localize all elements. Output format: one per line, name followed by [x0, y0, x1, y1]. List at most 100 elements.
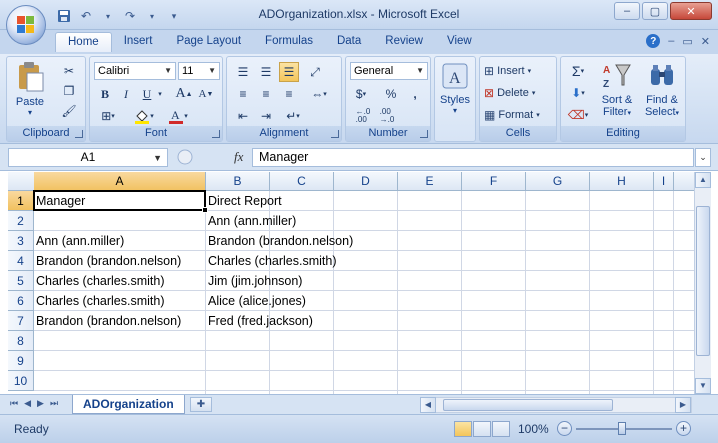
alignment-dialog-launcher[interactable]: [331, 130, 339, 138]
expand-formula-bar-button[interactable]: ⌄: [695, 148, 711, 167]
tab-data[interactable]: Data: [325, 32, 373, 52]
minimize-button[interactable]: –: [614, 2, 640, 20]
row-header-1[interactable]: 1: [8, 191, 34, 211]
format-painter-button[interactable]: 🖌: [59, 101, 79, 121]
align-left-button[interactable]: ≡: [233, 84, 253, 104]
formula-input[interactable]: Manager: [252, 148, 694, 167]
cell-b5[interactable]: Jim (jim.johnson): [206, 271, 302, 291]
cell-b4[interactable]: Charles (charles.smith): [206, 251, 337, 271]
row-header-9[interactable]: 9: [8, 351, 34, 371]
help-icon[interactable]: ?: [646, 34, 661, 48]
borders-button[interactable]: ⊞ ▾: [96, 106, 120, 126]
row-header-8[interactable]: 8: [8, 331, 34, 351]
align-top-button[interactable]: ☰: [233, 62, 253, 82]
insert-cells-button[interactable]: ⊞ Insert ▾: [484, 61, 554, 81]
find-select-button[interactable]: Find & Select▾: [641, 61, 683, 123]
vertical-scroll-thumb[interactable]: [696, 206, 710, 356]
zoom-slider-thumb[interactable]: [618, 422, 626, 435]
align-bottom-button[interactable]: ☰: [279, 62, 299, 82]
align-right-button[interactable]: ≡: [279, 84, 299, 104]
fill-button[interactable]: ⬇ ▾: [565, 83, 591, 103]
column-header-g[interactable]: G: [526, 172, 590, 191]
font-name-select[interactable]: Calibri ▼: [94, 62, 176, 80]
name-box[interactable]: A1 ▼: [8, 148, 168, 167]
decrease-decimal-button[interactable]: .00 →.0: [376, 106, 398, 126]
first-sheet-icon[interactable]: ⏮: [10, 398, 18, 409]
font-dialog-launcher[interactable]: [212, 130, 220, 138]
sort-filter-button[interactable]: AZ Sort & Filter▾: [597, 61, 637, 123]
clipboard-dialog-launcher[interactable]: [75, 130, 83, 138]
underline-dropdown[interactable]: ▾: [156, 84, 164, 104]
format-cells-button[interactable]: ▦ Format ▾: [484, 105, 554, 125]
comma-button[interactable]: ,: [406, 84, 424, 104]
tab-formulas[interactable]: Formulas: [253, 32, 325, 52]
scroll-down-button[interactable]: ▼: [695, 378, 711, 394]
orientation-button[interactable]: ⤢: [305, 62, 325, 82]
number-dialog-launcher[interactable]: [420, 130, 428, 138]
cell-a6[interactable]: Charles (charles.smith): [34, 291, 165, 311]
cell-a7[interactable]: Brandon (brandon.nelson): [34, 311, 181, 331]
paste-button[interactable]: Paste ▾: [13, 61, 47, 121]
styles-button[interactable]: A Styles ▾: [438, 61, 472, 123]
page-layout-view-button[interactable]: [473, 421, 491, 437]
align-center-button[interactable]: ≡: [256, 84, 276, 104]
scroll-right-button[interactable]: ▶: [675, 397, 691, 413]
vertical-scrollbar[interactable]: ▲ ▼: [694, 172, 711, 394]
tab-insert[interactable]: Insert: [112, 32, 165, 52]
insert-function-icon[interactable]: fx: [234, 149, 243, 165]
cell-b1[interactable]: Direct Report: [206, 191, 282, 211]
ribbon-close-icon[interactable]: ✕: [701, 35, 710, 48]
delete-cells-button[interactable]: ⊠ Delete ▾: [484, 83, 554, 103]
horizontal-scroll-thumb[interactable]: [443, 399, 613, 411]
row-header-6[interactable]: 6: [8, 291, 34, 311]
horizontal-scrollbar[interactable]: ◀ ▶: [420, 397, 692, 413]
column-header-h[interactable]: H: [590, 172, 654, 191]
cell-b6[interactable]: Alice (alice.jones): [206, 291, 306, 311]
column-header-i[interactable]: I: [654, 172, 674, 191]
grow-font-button[interactable]: A ▲: [174, 84, 194, 104]
bold-button[interactable]: B: [96, 84, 114, 104]
next-sheet-icon[interactable]: ▶: [37, 398, 44, 409]
column-header-c[interactable]: C: [270, 172, 334, 191]
currency-button[interactable]: $ ▾: [350, 84, 372, 104]
ribbon-minimize-icon[interactable]: –: [668, 35, 674, 47]
worksheet-grid[interactable]: ABCDEFGHI 1 Manager Direct Report 2 Ann (ann…: [8, 172, 694, 394]
sheet-tab-adorganization[interactable]: ADOrganization: [72, 395, 185, 414]
scroll-up-button[interactable]: ▲: [695, 172, 711, 188]
insert-sheet-button[interactable]: ✚: [190, 397, 212, 412]
row-header-7[interactable]: 7: [8, 311, 34, 331]
italic-button[interactable]: I: [117, 84, 135, 104]
cut-button[interactable]: ✂: [59, 61, 79, 81]
clear-button[interactable]: ⌫ ▾: [565, 105, 591, 125]
maximize-button[interactable]: ▢: [642, 2, 668, 20]
tab-page-layout[interactable]: Page Layout: [164, 32, 253, 52]
tab-home[interactable]: Home: [55, 32, 112, 52]
office-button[interactable]: [6, 5, 46, 45]
zoom-in-button[interactable]: +: [676, 421, 691, 436]
font-size-select[interactable]: 11 ▼: [178, 62, 220, 80]
fill-handle[interactable]: [202, 207, 208, 213]
cell-b3[interactable]: Brandon (brandon.nelson): [206, 231, 353, 251]
row-header-3[interactable]: 3: [8, 231, 34, 251]
font-color-button[interactable]: A ▾: [164, 106, 192, 126]
cell-a3[interactable]: Ann (ann.miller): [34, 231, 124, 251]
prev-sheet-icon[interactable]: ◀: [24, 398, 31, 409]
autosum-button[interactable]: Σ ▾: [565, 61, 591, 81]
row-header-10[interactable]: 10: [8, 371, 34, 391]
normal-view-button[interactable]: [454, 421, 472, 437]
decrease-indent-button[interactable]: ⇤: [233, 106, 253, 126]
close-button[interactable]: ✕: [670, 2, 712, 20]
percent-button[interactable]: %: [382, 84, 400, 104]
cell-b7[interactable]: Fred (fred.jackson): [206, 311, 313, 331]
column-header-d[interactable]: D: [334, 172, 398, 191]
zoom-out-button[interactable]: −: [557, 421, 572, 436]
cell-a4[interactable]: Brandon (brandon.nelson): [34, 251, 181, 271]
column-header-b[interactable]: B: [206, 172, 270, 191]
row-header-5[interactable]: 5: [8, 271, 34, 291]
shrink-font-button[interactable]: A ▼: [196, 84, 216, 104]
column-header-e[interactable]: E: [398, 172, 462, 191]
zoom-level[interactable]: 100%: [518, 422, 549, 436]
copy-button[interactable]: ❐: [59, 81, 79, 101]
last-sheet-icon[interactable]: ⏭: [50, 398, 58, 409]
column-header-a[interactable]: A: [34, 172, 206, 191]
